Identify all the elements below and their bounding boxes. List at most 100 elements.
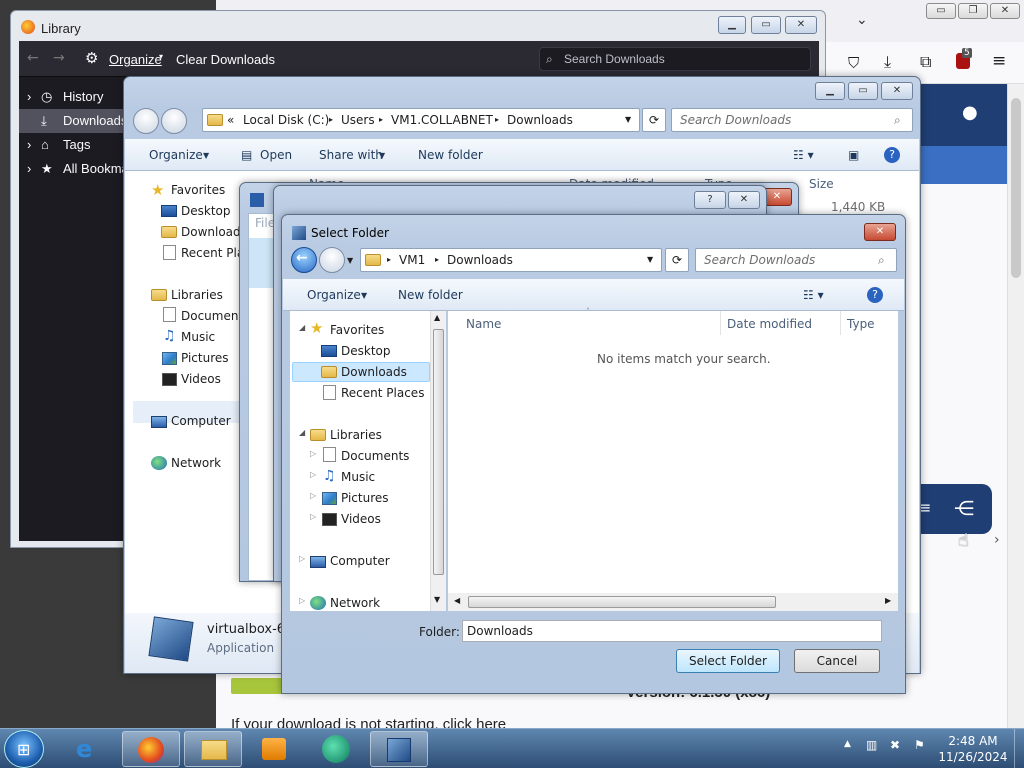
show-desktop-button[interactable] (1014, 729, 1024, 768)
recent-pages-icon[interactable]: ▼ (347, 256, 353, 265)
browser-minimize-button[interactable]: ▭ (926, 3, 956, 19)
nav-music[interactable]: Music (181, 327, 215, 347)
nav-desktop[interactable]: Desktop (181, 201, 231, 221)
dialog-column-date[interactable]: Date modified (727, 317, 812, 331)
nav-network[interactable]: Network (171, 453, 221, 473)
crumb-vm1[interactable]: VM1.COLLABNET (391, 109, 493, 131)
clock[interactable]: 2:48 AM 11/26/2024 (936, 732, 1010, 766)
column-header-size[interactable]: Size (809, 177, 834, 191)
explorer-close-button[interactable]: ✕ (881, 82, 913, 100)
dialog-nav-documents[interactable]: Documents (341, 446, 409, 466)
crumb-users[interactable]: Users (341, 109, 375, 131)
nav-favorites[interactable]: Favorites (171, 180, 225, 200)
dialog-nav-pictures[interactable]: Pictures (341, 488, 389, 508)
share-with-menu[interactable]: Share with (319, 148, 383, 162)
action-center-flag-icon[interactable]: ⚑ (914, 738, 925, 752)
taskbar-media-player[interactable] (246, 731, 304, 767)
crumb-local-disk[interactable]: Local Disk (C:) (243, 109, 329, 131)
nav-pane-scrollbar[interactable]: ▲ ▼ (430, 311, 446, 611)
menu-icon[interactable]: ≡ (992, 51, 1006, 71)
explorer-search-input[interactable]: Search Downloads ⌕ (671, 108, 913, 132)
taskbar-ie[interactable]: e (62, 731, 120, 767)
next-arrow-icon[interactable]: › (994, 532, 1000, 548)
dialog-refresh-button[interactable]: ⟳ (665, 248, 689, 272)
dialog-column-type[interactable]: Type (847, 317, 875, 331)
library-maximize-button[interactable]: ▭ (751, 16, 781, 34)
folder-input[interactable]: Downloads (462, 620, 882, 642)
dialog-nav-libraries[interactable]: Libraries (330, 425, 382, 445)
nav-downloads[interactable]: Downloads (181, 222, 247, 242)
new-folder-button[interactable]: New folder (418, 148, 483, 162)
nav-libraries[interactable]: Libraries (171, 285, 223, 305)
dialog-new-folder-button[interactable]: New folder (398, 288, 463, 302)
explorer-forward-button[interactable] (161, 108, 187, 134)
volume-muted-icon[interactable]: ✖ (890, 738, 900, 752)
taskbar-explorer[interactable] (184, 731, 242, 767)
pocket-icon[interactable]: ⛉ (848, 54, 859, 72)
dialog-nav-downloads[interactable]: Downloads (341, 362, 407, 382)
dialog-nav-favorites[interactable]: Favorites (330, 320, 384, 340)
downloads-icon[interactable]: ⤓ (884, 52, 891, 72)
dialog-nav-videos[interactable]: Videos (341, 509, 381, 529)
library-search-input[interactable]: ⌕ Search Downloads (539, 47, 811, 71)
dialog-nav-music[interactable]: Music (341, 467, 375, 487)
nav-scrollbar-thumb[interactable] (433, 329, 444, 575)
dialog-forward-button[interactable] (319, 247, 345, 273)
account-icon[interactable]: ● (962, 102, 978, 123)
explorer-back-button[interactable] (133, 108, 159, 134)
dialog-column-name[interactable]: Name (466, 317, 501, 331)
cancel-button[interactable]: Cancel (794, 649, 880, 673)
address-dropdown-icon[interactable]: ▼ (625, 109, 631, 131)
nav-pictures[interactable]: Pictures (181, 348, 229, 368)
dialog-close-button[interactable]: ✕ (864, 223, 896, 241)
dialog-view-options-icon[interactable]: ☷ ▾ (803, 288, 824, 302)
dialog-help-icon[interactable]: ? (867, 287, 883, 303)
crumb-downloads[interactable]: Downloads (447, 249, 513, 271)
organize-menu[interactable]: Organize (109, 52, 162, 67)
address-dropdown-icon[interactable]: ▼ (647, 249, 653, 271)
help-icon[interactable]: ? (884, 147, 900, 163)
organize-menu[interactable]: Organize (149, 148, 203, 162)
explorer-minimize-button[interactable]: ▁ (815, 82, 845, 100)
taskbar-firefox[interactable] (122, 731, 180, 767)
show-hidden-icons[interactable]: ▲ (844, 739, 851, 749)
start-button[interactable]: ⊞ (4, 730, 44, 768)
dialog-nav-computer[interactable]: Computer (330, 551, 390, 571)
nav-videos[interactable]: Videos (181, 369, 221, 389)
clear-downloads-button[interactable]: Clear Downloads (176, 52, 275, 67)
view-options-icon[interactable]: ☷ ▾ (793, 148, 814, 162)
second-dialog-help-button[interactable]: ? (694, 191, 726, 209)
library-close-button[interactable]: ✕ (785, 16, 817, 34)
back-arrow-icon[interactable]: ← (27, 50, 39, 66)
browser-restore-button[interactable]: ❐ (958, 3, 988, 19)
preview-pane-icon[interactable]: ▣ (848, 148, 859, 162)
nav-computer[interactable]: Computer (171, 411, 231, 431)
share-icon[interactable]: ⋲ (954, 496, 974, 520)
taskbar-virtualbox[interactable] (370, 731, 428, 767)
forward-arrow-icon[interactable]: → (53, 50, 65, 66)
crumb-vm1[interactable]: VM1 (399, 249, 425, 271)
select-folder-button[interactable]: Select Folder (676, 649, 780, 673)
open-button[interactable]: Open (260, 148, 292, 162)
taskbar-app[interactable] (308, 731, 366, 767)
dialog-address-bar[interactable]: ▸ VM1 ▸ Downloads ▼ (360, 248, 662, 272)
network-tray-icon[interactable]: ▥ (866, 738, 877, 752)
extensions-icon[interactable]: ⧉ (920, 52, 931, 72)
explorer-maximize-button[interactable]: ▭ (848, 82, 878, 100)
dialog-nav-network[interactable]: Network (330, 593, 380, 613)
dialog-nav-desktop[interactable]: Desktop (341, 341, 391, 361)
refresh-button[interactable]: ⟳ (642, 108, 666, 132)
file-list-hscrollbar[interactable]: ◀ ▶ (448, 593, 898, 611)
browser-close-button[interactable]: ✕ (990, 3, 1020, 19)
hscrollbar-thumb[interactable] (468, 596, 776, 608)
crumb-downloads[interactable]: Downloads (507, 109, 573, 131)
second-dialog-close-button[interactable]: ✕ (728, 191, 760, 209)
tab-list-chevron-icon[interactable]: ⌄ (856, 12, 868, 28)
library-minimize-button[interactable]: ▁ (718, 16, 746, 34)
explorer-address-bar[interactable]: « Local Disk (C:) ▸ Users ▸ VM1.COLLABNE… (202, 108, 640, 132)
gear-icon[interactable]: ⚙ (85, 49, 98, 67)
dialog-search-input[interactable]: Search Downloads ⌕ (695, 248, 897, 272)
browser-scrollbar[interactable] (1007, 84, 1024, 728)
dialog-nav-recent-places[interactable]: Recent Places (341, 383, 424, 403)
dialog-organize-menu[interactable]: Organize (307, 288, 361, 302)
